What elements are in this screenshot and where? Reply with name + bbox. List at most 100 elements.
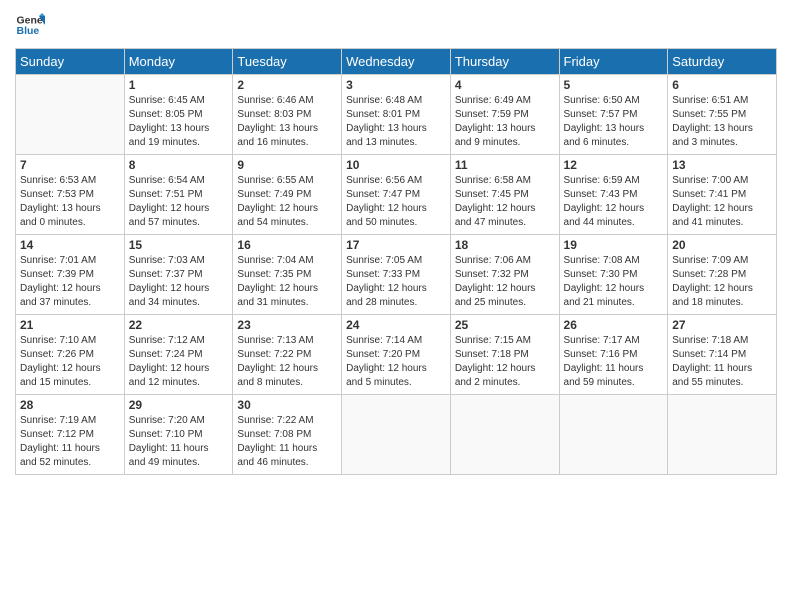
day-header-monday: Monday — [124, 49, 233, 75]
day-number: 26 — [564, 318, 664, 332]
day-number: 25 — [455, 318, 555, 332]
calendar-cell: 10 Sunrise: 6:56 AM Sunset: 7:47 PM Dayli… — [342, 155, 451, 235]
calendar-week-1: 1 Sunrise: 6:45 AM Sunset: 8:05 PM Daylig… — [16, 75, 777, 155]
calendar-cell: 22 Sunrise: 7:12 AM Sunset: 7:24 PM Dayli… — [124, 315, 233, 395]
calendar-cell: 23Sunrise: 7:13 AM Sunset: 7:22 PM Dayli… — [233, 315, 342, 395]
calendar-cell: 17 Sunrise: 7:05 AM Sunset: 7:33 PM Dayli… — [342, 235, 451, 315]
day-info: Sunrise: 7:03 AM Sunset: 7:37 PM Dayligh… — [129, 254, 229, 310]
calendar-cell: 11 Sunrise: 6:58 AM Sunset: 7:45 PM Dayli… — [450, 155, 559, 235]
day-info: Sunrise: 7:14 AM Sunset: 7:20 PM Dayligh… — [346, 334, 446, 390]
day-header-tuesday: Tuesday — [233, 49, 342, 75]
calendar-cell: 29 Sunrise: 7:20 AM Sunset: 7:10 PM Dayli… — [124, 395, 233, 475]
calendar-cell: 1 Sunrise: 6:45 AM Sunset: 8:05 PM Daylig… — [124, 75, 233, 155]
day-number: 11 — [455, 158, 555, 172]
calendar-cell: 7 Sunrise: 6:53 AM Sunset: 7:53 PM Daylig… — [16, 155, 125, 235]
day-info: Sunrise: 7:12 AM Sunset: 7:24 PM Dayligh… — [129, 334, 229, 390]
day-info: Sunrise: 6:58 AM Sunset: 7:45 PM Dayligh… — [455, 174, 555, 230]
day-header-thursday: Thursday — [450, 49, 559, 75]
day-info: Sunrise: 6:48 AM Sunset: 8:01 PM Dayligh… — [346, 94, 446, 150]
calendar-cell — [16, 75, 125, 155]
calendar-cell: 2 Sunrise: 6:46 AM Sunset: 8:03 PM Daylig… — [233, 75, 342, 155]
calendar-week-2: 7 Sunrise: 6:53 AM Sunset: 7:53 PM Daylig… — [16, 155, 777, 235]
calendar-week-5: 28 Sunrise: 7:19 AM Sunset: 7:12 PM Dayli… — [16, 395, 777, 475]
day-info: Sunrise: 6:49 AM Sunset: 7:59 PM Dayligh… — [455, 94, 555, 150]
day-number: 27 — [672, 318, 772, 332]
day-number: 28 — [20, 398, 120, 412]
calendar-cell: 18Sunrise: 7:06 AM Sunset: 7:32 PM Dayli… — [450, 235, 559, 315]
calendar-cell: 27 Sunrise: 7:18 AM Sunset: 7:14 PM Dayli… — [668, 315, 777, 395]
day-info: Sunrise: 7:08 AM Sunset: 7:30 PM Dayligh… — [564, 254, 664, 310]
day-info: Sunrise: 7:05 AM Sunset: 7:33 PM Dayligh… — [346, 254, 446, 310]
svg-text:Blue: Blue — [17, 25, 40, 37]
day-number: 10 — [346, 158, 446, 172]
day-info: Sunrise: 7:19 AM Sunset: 7:12 PM Dayligh… — [20, 414, 120, 470]
logo-icon: General Blue — [15, 10, 45, 40]
day-info: Sunrise: 6:45 AM Sunset: 8:05 PM Dayligh… — [129, 94, 229, 150]
calendar: SundayMondayTuesdayWednesdayThursdayFrid… — [15, 48, 777, 475]
day-info: Sunrise: 7:15 AM Sunset: 7:18 PM Dayligh… — [455, 334, 555, 390]
page-header: General Blue — [15, 10, 777, 40]
day-number: 23 — [237, 318, 337, 332]
calendar-cell — [668, 395, 777, 475]
calendar-cell — [559, 395, 668, 475]
day-info: Sunrise: 6:46 AM Sunset: 8:03 PM Dayligh… — [237, 94, 337, 150]
day-number: 5 — [564, 78, 664, 92]
calendar-cell: 16Sunrise: 7:04 AM Sunset: 7:35 PM Dayli… — [233, 235, 342, 315]
calendar-cell: 8 Sunrise: 6:54 AM Sunset: 7:51 PM Daylig… — [124, 155, 233, 235]
day-number: 24 — [346, 318, 446, 332]
calendar-cell: 14Sunrise: 7:01 AM Sunset: 7:39 PM Dayli… — [16, 235, 125, 315]
calendar-cell — [342, 395, 451, 475]
day-info: Sunrise: 7:06 AM Sunset: 7:32 PM Dayligh… — [455, 254, 555, 310]
calendar-cell: 25 Sunrise: 7:15 AM Sunset: 7:18 PM Dayli… — [450, 315, 559, 395]
day-info: Sunrise: 6:53 AM Sunset: 7:53 PM Dayligh… — [20, 174, 120, 230]
calendar-cell: 15Sunrise: 7:03 AM Sunset: 7:37 PM Dayli… — [124, 235, 233, 315]
day-info: Sunrise: 7:20 AM Sunset: 7:10 PM Dayligh… — [129, 414, 229, 470]
day-number: 29 — [129, 398, 229, 412]
calendar-week-3: 14Sunrise: 7:01 AM Sunset: 7:39 PM Dayli… — [16, 235, 777, 315]
calendar-header-row: SundayMondayTuesdayWednesdayThursdayFrid… — [16, 49, 777, 75]
day-number: 2 — [237, 78, 337, 92]
day-number: 4 — [455, 78, 555, 92]
day-info: Sunrise: 7:10 AM Sunset: 7:26 PM Dayligh… — [20, 334, 120, 390]
day-number: 22 — [129, 318, 229, 332]
calendar-cell: 12Sunrise: 6:59 AM Sunset: 7:43 PM Dayli… — [559, 155, 668, 235]
calendar-week-4: 21Sunrise: 7:10 AM Sunset: 7:26 PM Dayli… — [16, 315, 777, 395]
calendar-cell: 26 Sunrise: 7:17 AM Sunset: 7:16 PM Dayli… — [559, 315, 668, 395]
day-number: 12 — [564, 158, 664, 172]
calendar-cell: 13Sunrise: 7:00 AM Sunset: 7:41 PM Dayli… — [668, 155, 777, 235]
calendar-cell: 6Sunrise: 6:51 AM Sunset: 7:55 PM Daylig… — [668, 75, 777, 155]
calendar-cell: 21Sunrise: 7:10 AM Sunset: 7:26 PM Dayli… — [16, 315, 125, 395]
day-number: 9 — [237, 158, 337, 172]
calendar-cell: 5 Sunrise: 6:50 AM Sunset: 7:57 PM Daylig… — [559, 75, 668, 155]
day-info: Sunrise: 7:09 AM Sunset: 7:28 PM Dayligh… — [672, 254, 772, 310]
calendar-cell: 19 Sunrise: 7:08 AM Sunset: 7:30 PM Dayli… — [559, 235, 668, 315]
day-info: Sunrise: 7:17 AM Sunset: 7:16 PM Dayligh… — [564, 334, 664, 390]
day-info: Sunrise: 7:22 AM Sunset: 7:08 PM Dayligh… — [237, 414, 337, 470]
day-number: 1 — [129, 78, 229, 92]
day-number: 19 — [564, 238, 664, 252]
calendar-cell: 30 Sunrise: 7:22 AM Sunset: 7:08 PM Dayli… — [233, 395, 342, 475]
day-header-sunday: Sunday — [16, 49, 125, 75]
calendar-cell: 9 Sunrise: 6:55 AM Sunset: 7:49 PM Daylig… — [233, 155, 342, 235]
day-number: 17 — [346, 238, 446, 252]
day-number: 30 — [237, 398, 337, 412]
calendar-cell — [450, 395, 559, 475]
day-info: Sunrise: 6:56 AM Sunset: 7:47 PM Dayligh… — [346, 174, 446, 230]
day-number: 3 — [346, 78, 446, 92]
day-number: 14 — [20, 238, 120, 252]
day-info: Sunrise: 6:55 AM Sunset: 7:49 PM Dayligh… — [237, 174, 337, 230]
day-number: 8 — [129, 158, 229, 172]
calendar-cell: 4 Sunrise: 6:49 AM Sunset: 7:59 PM Daylig… — [450, 75, 559, 155]
day-info: Sunrise: 6:50 AM Sunset: 7:57 PM Dayligh… — [564, 94, 664, 150]
calendar-cell: 3 Sunrise: 6:48 AM Sunset: 8:01 PM Daylig… — [342, 75, 451, 155]
day-info: Sunrise: 7:04 AM Sunset: 7:35 PM Dayligh… — [237, 254, 337, 310]
day-header-friday: Friday — [559, 49, 668, 75]
calendar-cell: 28 Sunrise: 7:19 AM Sunset: 7:12 PM Dayli… — [16, 395, 125, 475]
day-info: Sunrise: 6:54 AM Sunset: 7:51 PM Dayligh… — [129, 174, 229, 230]
day-info: Sunrise: 6:51 AM Sunset: 7:55 PM Dayligh… — [672, 94, 772, 150]
calendar-cell: 20Sunrise: 7:09 AM Sunset: 7:28 PM Dayli… — [668, 235, 777, 315]
day-number: 7 — [20, 158, 120, 172]
day-info: Sunrise: 7:18 AM Sunset: 7:14 PM Dayligh… — [672, 334, 772, 390]
logo: General Blue — [15, 10, 51, 40]
day-info: Sunrise: 7:00 AM Sunset: 7:41 PM Dayligh… — [672, 174, 772, 230]
